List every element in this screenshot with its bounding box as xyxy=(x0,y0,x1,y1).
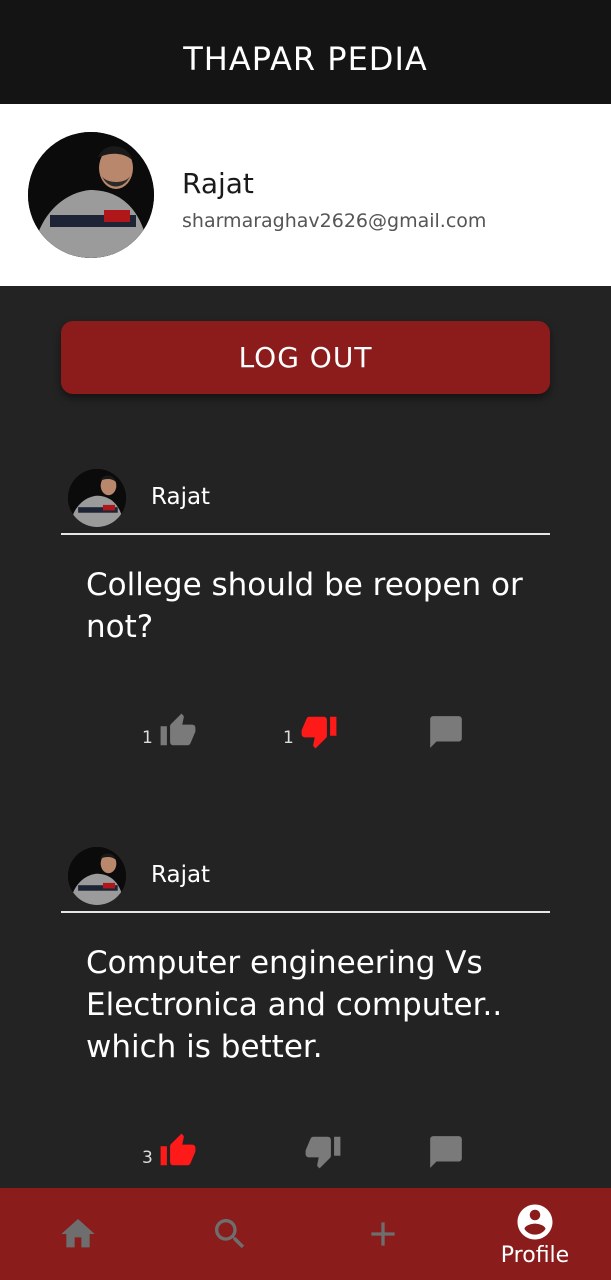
post-question: College should be reopen or not? xyxy=(86,567,523,645)
comment-button[interactable] xyxy=(426,1133,466,1171)
comment-icon xyxy=(430,716,462,748)
dislike-count: 1 xyxy=(283,728,294,748)
avatar xyxy=(28,132,154,258)
logout-button[interactable]: LOG OUT xyxy=(61,321,550,394)
comment-icon xyxy=(430,1136,462,1168)
add-icon xyxy=(371,1222,395,1246)
post-divider xyxy=(61,911,550,913)
post-divider xyxy=(61,533,550,535)
nav-search[interactable] xyxy=(154,1188,306,1280)
profile-email: sharmaraghav2626@gmail.com xyxy=(182,210,487,232)
nav-profile[interactable]: Profile xyxy=(459,1188,611,1280)
thumb-up-icon xyxy=(160,713,196,746)
nav-profile-label: Profile xyxy=(500,1242,570,1268)
thumb-up-icon xyxy=(160,1133,196,1166)
thumb-down-icon xyxy=(301,716,337,749)
search-icon xyxy=(215,1219,245,1249)
profile-card: Rajat sharmaraghav2626@gmail.com xyxy=(0,104,611,286)
post-card: Rajat College should be reopen or not? 1… xyxy=(61,468,550,768)
nav-add[interactable] xyxy=(307,1188,459,1280)
like-button[interactable]: 1 xyxy=(142,712,199,750)
logout-label: LOG OUT xyxy=(238,341,373,374)
like-count: 3 xyxy=(142,1148,153,1168)
home-icon xyxy=(61,1219,95,1248)
like-count: 1 xyxy=(142,728,153,748)
like-button[interactable]: 3 xyxy=(142,1132,199,1170)
app-bar: THAPAR PEDIA xyxy=(0,0,611,104)
bottom-nav: Profile xyxy=(0,1188,611,1280)
dislike-button[interactable] xyxy=(298,1132,344,1170)
post-author: Rajat xyxy=(151,484,211,510)
nav-home[interactable] xyxy=(2,1188,154,1280)
app-title: THAPAR PEDIA xyxy=(183,40,428,78)
author-avatar xyxy=(68,847,126,905)
post-question: Computer engineering Vs Electronica and … xyxy=(86,945,503,1065)
comment-button[interactable] xyxy=(426,713,466,751)
dislike-button[interactable]: 1 xyxy=(283,712,340,750)
post-author: Rajat xyxy=(151,862,211,888)
thumb-down-icon xyxy=(305,1136,341,1169)
profile-name: Rajat xyxy=(182,167,254,200)
account-circle-icon xyxy=(517,1204,553,1239)
post-card: Rajat Computer engineering Vs Electronic… xyxy=(61,846,550,1176)
author-avatar xyxy=(68,469,126,527)
